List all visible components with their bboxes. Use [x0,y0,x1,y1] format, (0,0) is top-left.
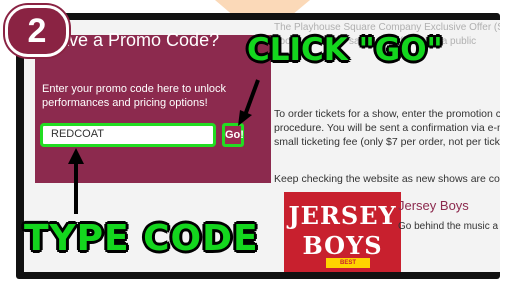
jersey-boys-poster[interactable]: JERSEY BOYS BEST MUSICAL! [284,192,401,272]
click-go-callout: CLICK "GO" [247,32,443,68]
step-number-badge: 2 [5,5,69,57]
order-instructions: To order tickets for a show, enter the p… [274,107,500,149]
show-description: Go behind the music a [398,221,499,232]
poster-title-line-2: BOYS [302,231,383,260]
poster-title-line-1: JERSEY [288,201,397,230]
go-button[interactable]: Go! [222,123,244,147]
promo-title: Have a Promo Code? [46,30,220,50]
instruction-line: small ticketing fee (only $7 per order, … [274,136,500,148]
instruction-line: To order tickets for a show, enter the p… [274,108,500,120]
promo-code-input[interactable]: REDCOAT [40,123,216,147]
poster-banner: BEST MUSICAL! [326,258,370,272]
type-code-callout: TYPE CODE [24,218,259,259]
instruction-line: procedure. You will be sent a confirmati… [274,122,500,134]
show-title-link[interactable]: Jersey Boys [398,198,469,213]
keep-checking-text: Keep checking the website as new shows a… [274,173,500,185]
promo-description: Enter your promo code here to unlock per… [42,83,227,109]
